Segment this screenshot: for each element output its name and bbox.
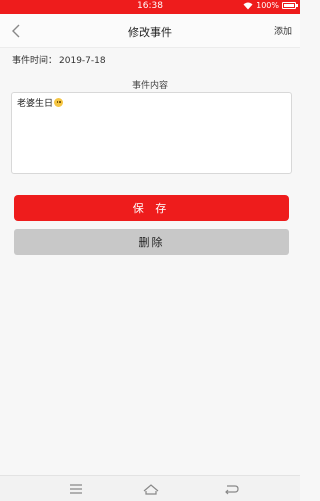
event-time-row: 事件时间： 2019-7-18	[12, 53, 108, 66]
nav-bar: 修改事件 添加	[0, 14, 300, 48]
wifi-icon	[243, 2, 253, 9]
event-content-title: 事件内容	[131, 81, 168, 91]
event-content-field[interactable]: 老婆生日	[11, 92, 292, 174]
menu-button[interactable]	[66, 481, 86, 497]
event-time-value: 2019-7-18	[59, 56, 106, 66]
event-time-label: 事件时间：	[12, 56, 58, 66]
delete-button[interactable]: 删除	[14, 229, 289, 255]
home-icon	[143, 484, 159, 495]
event-content-text: 老婆生日	[17, 99, 54, 109]
back-arrow-icon	[225, 485, 239, 495]
battery-percentage: 100%	[256, 1, 279, 10]
system-navigation-bar	[0, 475, 300, 501]
screen: 16:38 100% 修改事件 添加 事件时间： 2019-7-18 事件内容 老…	[0, 0, 300, 501]
battery-icon	[282, 2, 298, 9]
status-bar: 16:38 100%	[0, 0, 300, 14]
home-button[interactable]	[141, 481, 161, 497]
back-button[interactable]	[8, 22, 26, 40]
menu-icon	[70, 484, 82, 494]
system-back-button[interactable]	[221, 481, 241, 497]
chevron-left-icon	[12, 24, 20, 38]
status-indicators: 100%	[243, 1, 298, 10]
smiley-emoji-icon	[54, 98, 64, 107]
add-button[interactable]: 添加	[274, 24, 292, 37]
save-button[interactable]: 保 存	[14, 195, 289, 221]
page-title: 修改事件	[128, 26, 172, 39]
